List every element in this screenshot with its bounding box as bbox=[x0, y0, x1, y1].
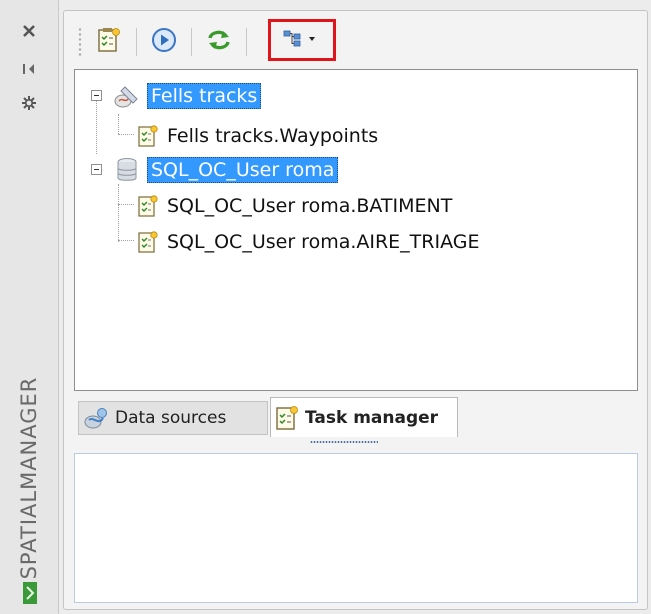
spatial-manager-window: SPATIALMANAGER Fells tracks Fells tracks… bbox=[0, 0, 651, 614]
spatialmanager-logo-icon bbox=[23, 582, 37, 604]
tree-node-label: SQL_OC_User roma.AIRE_TRIAGE bbox=[167, 231, 480, 253]
tree-connector bbox=[96, 96, 98, 154]
side-strip: SPATIALMANAGER bbox=[0, 0, 59, 614]
new-task-button[interactable] bbox=[92, 25, 126, 59]
tab-focus-indicator bbox=[310, 441, 378, 443]
pin-icon[interactable] bbox=[18, 58, 40, 80]
toolbar bbox=[72, 17, 640, 67]
toolbar-grip[interactable] bbox=[78, 27, 82, 57]
toolbar-separator bbox=[246, 28, 247, 56]
settings-icon[interactable] bbox=[18, 92, 40, 114]
close-icon[interactable] bbox=[18, 20, 40, 42]
expander-collapse[interactable] bbox=[91, 90, 102, 101]
tree-node-task[interactable]: Fells tracks.Waypoints bbox=[133, 121, 382, 151]
tree-connector bbox=[118, 240, 134, 242]
tree-view-dropdown-icon bbox=[282, 27, 322, 53]
new-task-icon bbox=[97, 27, 121, 57]
tree-node-label: SQL_OC_User roma.BATIMENT bbox=[167, 195, 453, 217]
tree-node-source[interactable]: Fells tracks bbox=[107, 81, 262, 111]
run-button[interactable] bbox=[147, 25, 181, 59]
toolbar-separator bbox=[191, 28, 192, 56]
task-icon bbox=[133, 194, 163, 218]
sidebar-title: SPATIALMANAGER bbox=[17, 376, 41, 580]
tab-task-manager[interactable]: Task manager bbox=[270, 397, 458, 437]
task-details-area[interactable] bbox=[74, 453, 638, 603]
refresh-icon bbox=[205, 27, 233, 57]
task-icon bbox=[133, 124, 163, 148]
tree-connector bbox=[118, 114, 120, 134]
tree-connector bbox=[118, 184, 120, 242]
database-icon bbox=[107, 157, 147, 183]
data-sources-icon bbox=[83, 406, 109, 430]
toolbar-separator bbox=[136, 28, 137, 56]
task-icon bbox=[133, 230, 163, 254]
task-tree[interactable]: Fells tracks Fells tracks.Waypoints SQL_… bbox=[74, 69, 638, 391]
run-icon bbox=[151, 27, 177, 57]
tab-data-sources[interactable]: Data sources bbox=[78, 401, 268, 435]
task-manager-panel: Fells tracks Fells tracks.Waypoints SQL_… bbox=[63, 10, 648, 610]
tree-node-label: Fells tracks bbox=[147, 83, 262, 109]
expander-collapse[interactable] bbox=[91, 164, 102, 175]
tree-view-dropdown-button[interactable] bbox=[268, 19, 336, 61]
tree-node-task[interactable]: SQL_OC_User roma.AIRE_TRIAGE bbox=[133, 227, 484, 257]
tree-node-task[interactable]: SQL_OC_User roma.BATIMENT bbox=[133, 191, 456, 221]
tree-node-label: SQL_OC_User roma bbox=[147, 157, 339, 183]
tree-node-source[interactable]: SQL_OC_User roma bbox=[107, 155, 339, 185]
tree-connector bbox=[118, 204, 134, 206]
task-manager-icon bbox=[275, 405, 299, 431]
refresh-button[interactable] bbox=[202, 25, 236, 59]
panel-tabs: Data sources Task manager bbox=[74, 393, 636, 445]
tab-label: Task manager bbox=[305, 407, 439, 428]
gpx-source-icon bbox=[107, 83, 147, 109]
tree-node-label: Fells tracks.Waypoints bbox=[167, 125, 379, 147]
tab-label: Data sources bbox=[115, 408, 227, 428]
tree-connector bbox=[118, 134, 134, 136]
